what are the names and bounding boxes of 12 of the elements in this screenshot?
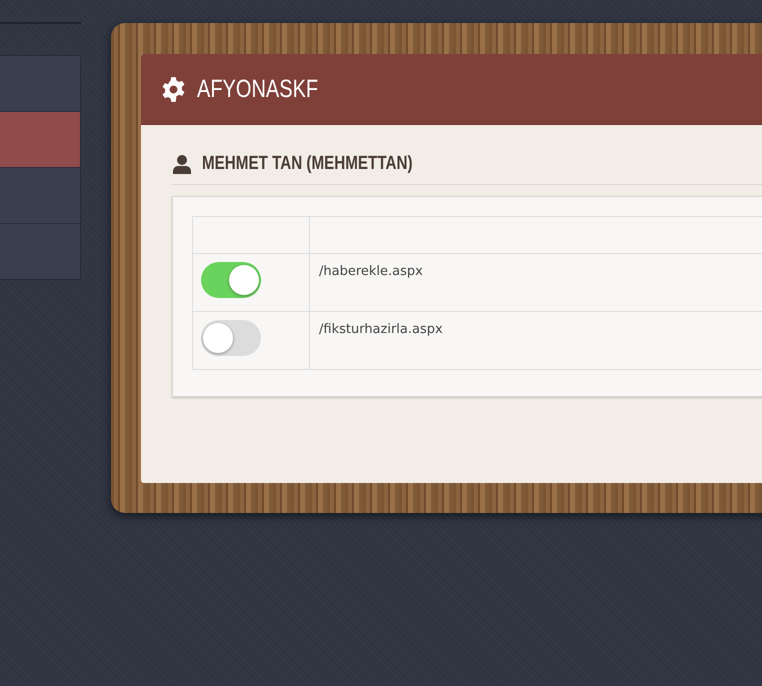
user-icon: [172, 154, 192, 174]
sidebar-item[interactable]: [0, 112, 80, 167]
page-path: /haberekle.aspx: [319, 264, 423, 279]
toggle-switch[interactable]: [201, 320, 261, 356]
toggle-switch[interactable]: [201, 262, 261, 298]
sidebar-item[interactable]: [0, 56, 80, 111]
gear-icon: [160, 76, 187, 102]
user-heading: MEHMET TAN (MEHMETTAN): [202, 153, 413, 175]
panel-title: AFYONASKF: [197, 74, 318, 104]
sidebar-item[interactable]: [0, 168, 80, 223]
sidebar-item[interactable]: [0, 224, 80, 279]
page-path: /fiksturhazirla.aspx: [319, 322, 443, 337]
